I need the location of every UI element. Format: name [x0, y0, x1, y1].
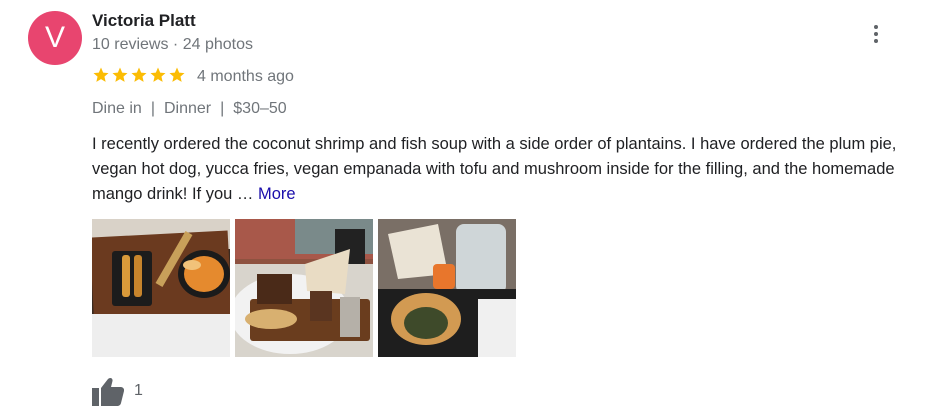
- review-tags: Dine in | Dinner | $30–50: [92, 100, 287, 118]
- tag-price: $30–50: [233, 100, 287, 117]
- star-rating: [92, 66, 186, 84]
- review-time: 4 months ago: [197, 68, 294, 85]
- tag-separator: |: [150, 100, 155, 117]
- review-text: I recently ordered the coconut shrimp an…: [92, 132, 932, 207]
- star-icon: [169, 67, 185, 82]
- reviewer-meta: 10 reviews · 24 photos: [92, 36, 253, 53]
- review-body: I recently ordered the coconut shrimp an…: [92, 135, 897, 203]
- tag-separator: |: [220, 100, 225, 117]
- photo-hotdog-fries[interactable]: [235, 219, 373, 357]
- tag-dine-in: Dine in: [92, 100, 142, 117]
- thumbs-up-icon[interactable]: [92, 376, 124, 406]
- tag-dinner: Dinner: [163, 100, 212, 117]
- avatar[interactable]: V: [28, 11, 82, 65]
- photo-plantains-soup[interactable]: [92, 219, 230, 357]
- photo-gallery: [92, 219, 516, 357]
- star-icon: [112, 67, 128, 82]
- photo-empanada-drink[interactable]: [378, 219, 516, 357]
- star-icon: [150, 67, 166, 82]
- avatar-initial: V: [44, 21, 65, 54]
- reviewer-name[interactable]: Victoria Platt: [92, 11, 196, 31]
- more-options-icon[interactable]: [864, 22, 888, 46]
- like-section: 1: [92, 376, 143, 406]
- more-link[interactable]: More: [258, 185, 296, 203]
- star-icon: [131, 67, 147, 82]
- like-count: 1: [134, 382, 143, 399]
- star-icon: [93, 67, 109, 82]
